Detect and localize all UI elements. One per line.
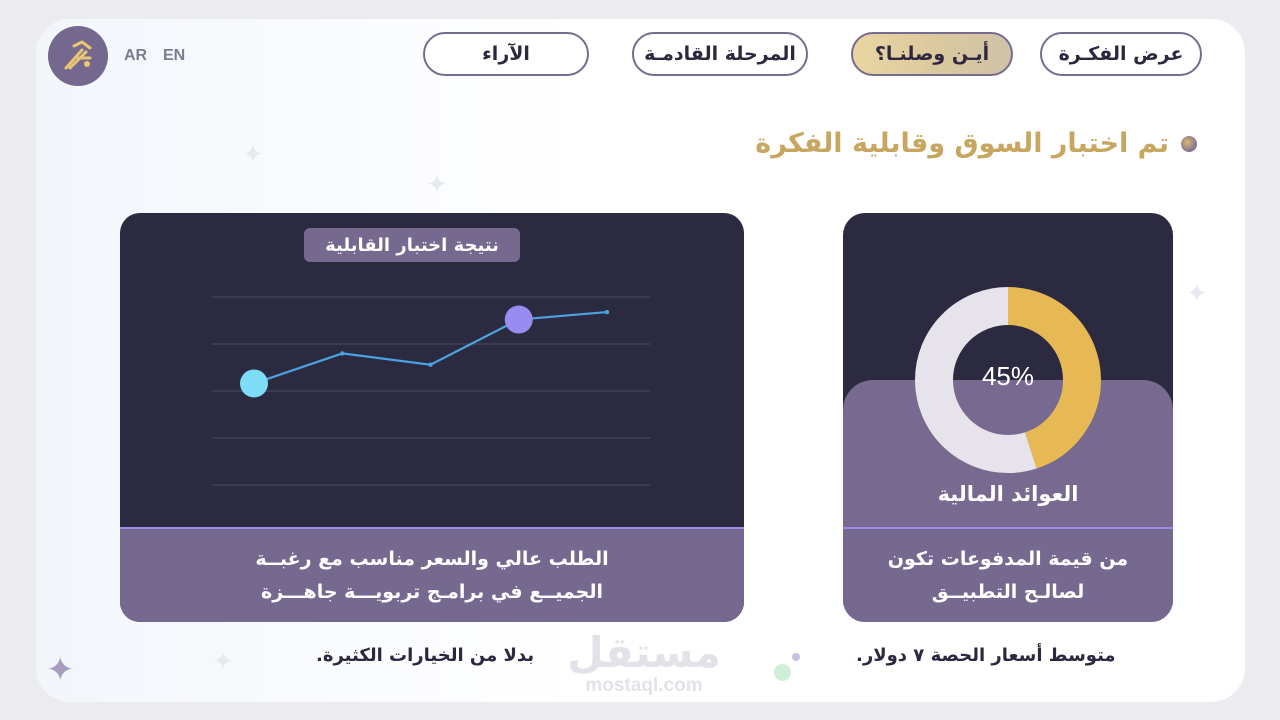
logo-icon [64, 40, 92, 70]
data-point-start [240, 369, 268, 398]
sparkle-decoration: ✦ [1186, 279, 1208, 309]
nav-progress-button[interactable]: أيـن وصلنـا؟ [851, 32, 1013, 76]
chart-summary-line2: الجميــع في برامـج تربويـــة جاهـــزة [261, 580, 603, 603]
data-point [340, 351, 345, 356]
bullet-icon [1181, 135, 1197, 152]
slide-card: ✦ ✦ ✦ ✦ ✦ AR EN عرض الفكـرة أيـن وصلنـا؟… [36, 19, 1245, 702]
watermark-en: mostaql.com [585, 675, 703, 696]
donut-percent-label: 45% [981, 361, 1035, 391]
revenue-summary-box: من قيمة المدفوعات تكون لصالـح التطبيــق [843, 527, 1173, 622]
series-line [253, 310, 608, 385]
logo [48, 26, 108, 86]
dot-decoration [774, 664, 791, 681]
data-point [604, 309, 610, 315]
watermark-ar: مستقل [567, 628, 721, 677]
watermark-logo: مستقل mostaql.com [564, 631, 724, 697]
viability-chart-panel: نتيجة اختبار القابلية الطلب عالي والسعر … [120, 213, 744, 622]
chart-summary-line1: الطلب عالي والسعر مناسب مع رغبــة [255, 547, 609, 570]
chart-summary-box: الطلب عالي والسعر مناسب مع رغبــة الجميـ… [120, 527, 744, 622]
sparkle-decoration: ✦ [212, 647, 234, 677]
nav-idea-button[interactable]: عرض الفكـرة [1040, 32, 1202, 76]
revenue-summary-line2: لصالـح التطبيــق [931, 580, 1085, 603]
chart-caption: بدلا من الخيارات الكثيرة. [316, 645, 535, 666]
lang-ar-link[interactable]: AR [124, 47, 147, 65]
revenue-label: العوائد المالية [937, 482, 1079, 506]
sparkle-decoration: ✦ [426, 170, 448, 200]
chart-title: نتيجة اختبار القابلية [304, 228, 520, 262]
nav-next-phase-button[interactable]: المرحلة القادمـة [632, 32, 808, 76]
data-point [428, 362, 433, 367]
revenue-summary-line1: من قيمة المدفوعات تكون [887, 547, 1129, 570]
headline-text: تم اختبار السوق وقابلية الفكرة [755, 128, 1169, 159]
revenue-panel: 45% العوائد المالية من قيمة المدفوعات تك… [843, 213, 1173, 622]
data-point-highlight [504, 305, 533, 334]
nav-opinions-button[interactable]: الآراء [423, 32, 589, 76]
sparkle-decoration: ✦ [242, 140, 264, 170]
lang-en-link[interactable]: EN [163, 47, 185, 65]
sparkle-decoration: ✦ [46, 650, 75, 690]
dot-decoration [792, 653, 800, 661]
headline: تم اختبار السوق وقابلية الفكرة [755, 128, 1197, 159]
revenue-caption: متوسط أسعار الحصة ٧ دولار. [856, 645, 1116, 666]
